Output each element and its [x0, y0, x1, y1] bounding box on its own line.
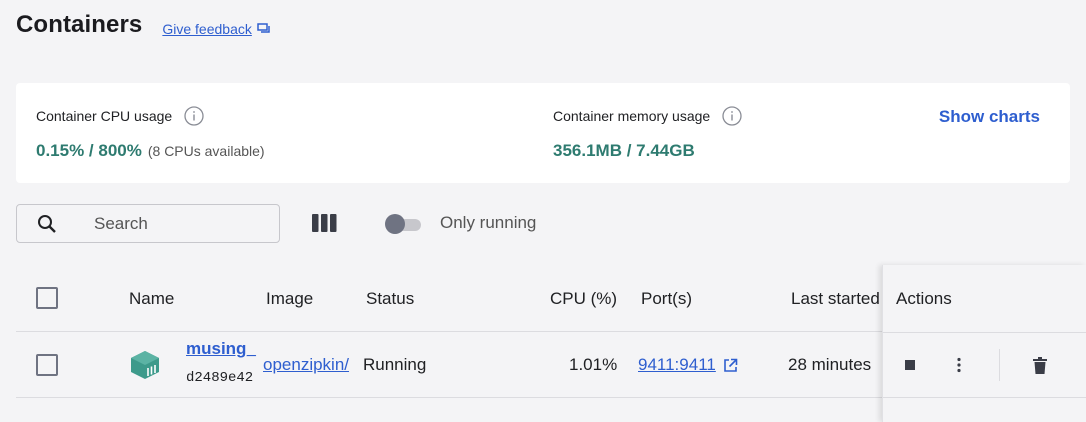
port-cell: 9411:9411 [638, 355, 738, 375]
cpu-stat-label: Container CPU usage [36, 108, 173, 124]
columns-button[interactable] [312, 213, 337, 238]
divider [999, 349, 1000, 381]
cpu-stat-sub: (8 CPUs available) [147, 143, 265, 159]
column-header-cpu[interactable]: CPU (%) [550, 289, 617, 309]
stop-icon [905, 360, 915, 370]
give-feedback-label: Give feedback [162, 20, 252, 37]
image-link[interactable]: openzipkin/ [263, 355, 355, 375]
stop-button[interactable] [900, 355, 920, 375]
cpu-stat-value: 0.15% / 800% [36, 141, 142, 160]
cpu-stat: Container CPU usage 0.15% / 800% (8 CPUs… [36, 105, 265, 161]
memory-stat-label: Container memory usage [553, 108, 711, 124]
delete-button[interactable] [1030, 355, 1050, 375]
give-feedback-link[interactable]: Give feedback [162, 21, 271, 37]
stats-card: Container CPU usage 0.15% / 800% (8 CPUs… [16, 83, 1070, 183]
page-title: Containers [16, 11, 143, 38]
trash-icon [1033, 356, 1047, 374]
actions-panel: Actions [882, 265, 1086, 422]
external-link-icon[interactable] [723, 358, 738, 373]
port-link[interactable]: 9411:9411 [638, 355, 716, 375]
status-text: Running [363, 355, 427, 374]
column-header-actions: Actions [896, 289, 952, 308]
more-vert-icon [957, 357, 961, 373]
search-box[interactable] [16, 204, 280, 243]
divider [883, 332, 1086, 333]
search-input[interactable] [94, 213, 264, 234]
container-icon [129, 350, 161, 385]
container-id: d2489e42 [186, 370, 254, 386]
column-header-image[interactable]: Image [266, 289, 313, 309]
memory-stat: Container memory usage 356.1MB / 7.44GB [553, 105, 742, 161]
only-running-toggle[interactable] [385, 214, 421, 234]
column-header-name[interactable]: Name [129, 289, 174, 309]
column-header-ports[interactable]: Port(s) [641, 289, 692, 309]
column-header-status[interactable]: Status [366, 289, 414, 309]
more-actions-button[interactable] [949, 355, 969, 375]
select-all-checkbox[interactable] [36, 287, 58, 309]
columns-icon [312, 214, 337, 232]
toggle-thumb [385, 214, 405, 234]
column-header-last-started[interactable]: Last started [791, 289, 880, 309]
show-charts-button[interactable]: Show charts [939, 107, 1040, 127]
cpu-value: 1.01% [569, 355, 618, 374]
divider [883, 397, 1086, 398]
info-icon[interactable] [184, 106, 204, 126]
page-header: Containers Give feedback [16, 11, 271, 39]
only-running-label: Only running [440, 213, 537, 232]
info-icon[interactable] [722, 106, 742, 126]
last-started-value: 28 minutes [788, 355, 872, 374]
container-name-link[interactable]: musing_ [186, 339, 258, 359]
search-icon [38, 214, 56, 233]
row-checkbox[interactable] [36, 354, 58, 376]
memory-stat-value: 356.1MB / 7.44GB [553, 141, 695, 160]
chat-icon [257, 22, 270, 33]
